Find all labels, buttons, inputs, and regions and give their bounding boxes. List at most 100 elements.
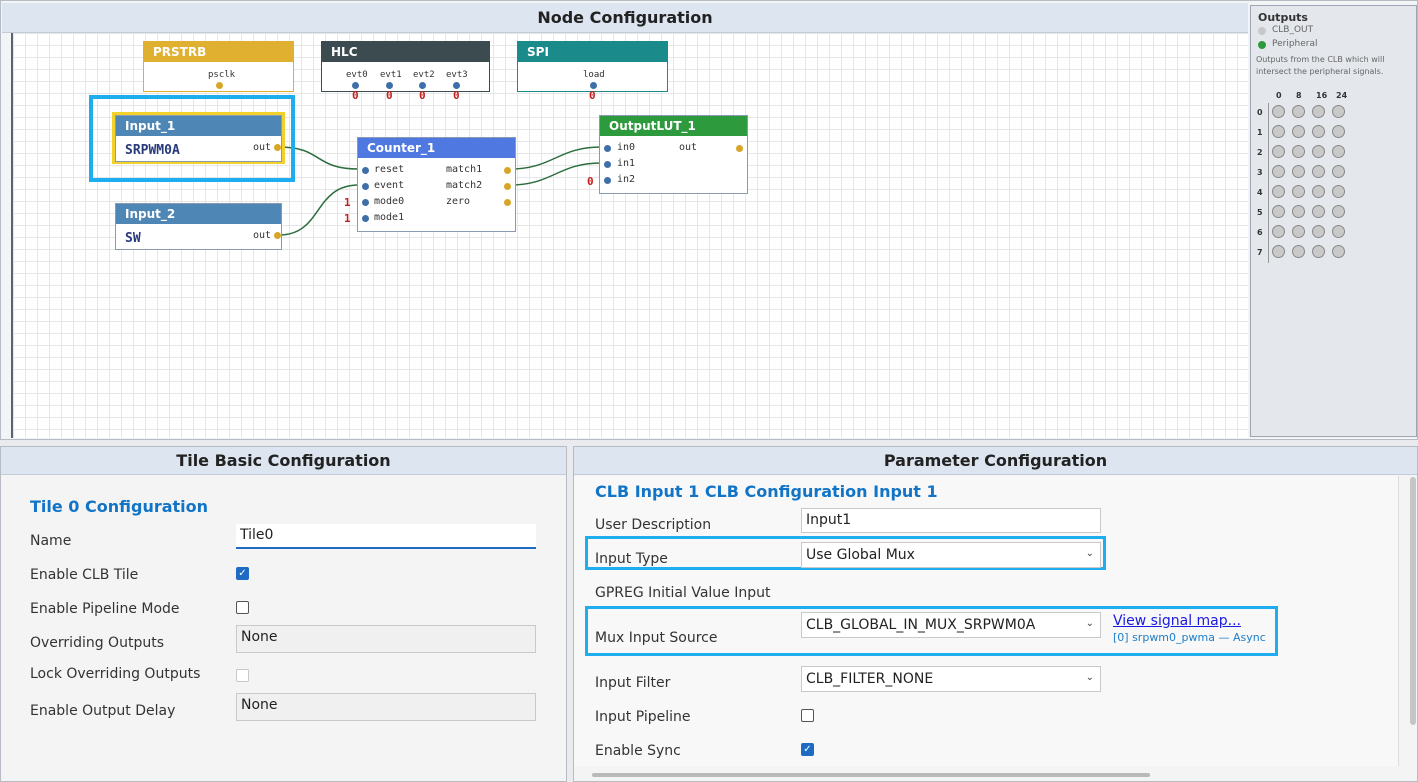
load-pin[interactable]: [590, 82, 597, 89]
output-led[interactable]: [1292, 105, 1305, 118]
output-led[interactable]: [1312, 125, 1325, 138]
col-header: 16: [1316, 91, 1328, 100]
user-description-input[interactable]: Input1: [801, 508, 1101, 533]
output-led[interactable]: [1272, 225, 1285, 238]
enable-clb-tile-checkbox[interactable]: ✓: [236, 567, 249, 580]
lock-overriding-outputs-label: Lock Overriding Outputs: [30, 666, 201, 682]
evt1-pin[interactable]: [386, 82, 393, 89]
counter1-node-title: Counter_1: [358, 138, 515, 158]
psclk-pin[interactable]: [216, 82, 223, 89]
output-led[interactable]: [1312, 185, 1325, 198]
match2-pin[interactable]: [504, 183, 511, 190]
output-led[interactable]: [1312, 245, 1325, 258]
output-led[interactable]: [1332, 125, 1345, 138]
zero-pin[interactable]: [504, 199, 511, 206]
input2-out-pin[interactable]: [274, 232, 281, 239]
enable-pipeline-mode-checkbox[interactable]: [236, 601, 249, 614]
output-led[interactable]: [1312, 205, 1325, 218]
output-led[interactable]: [1292, 205, 1305, 218]
output-led[interactable]: [1272, 105, 1285, 118]
row-header: 3: [1257, 168, 1263, 177]
name-input[interactable]: Tile0: [236, 524, 536, 549]
hlc-node[interactable]: HLC evt0 evt1 evt2 evt3: [321, 41, 490, 92]
lock-overriding-outputs-checkbox[interactable]: [236, 669, 249, 682]
node-canvas[interactable]: PRSTRB psclk HLC evt0 evt1 evt2 evt3 0 0…: [11, 33, 1248, 438]
mode0-pin[interactable]: [362, 199, 369, 206]
in0-port-label: in0: [617, 142, 636, 153]
input-pipeline-checkbox[interactable]: [801, 709, 814, 722]
match1-pin[interactable]: [504, 167, 511, 174]
output-led[interactable]: [1272, 185, 1285, 198]
vertical-scrollbar[interactable]: [1410, 477, 1416, 725]
mode1-value: 1: [344, 212, 351, 225]
output-led[interactable]: [1332, 105, 1345, 118]
output-led[interactable]: [1272, 245, 1285, 258]
output-led[interactable]: [1272, 125, 1285, 138]
outputlut1-node[interactable]: OutputLUT_1 in0 in1 in2 out: [599, 115, 748, 194]
in0-pin[interactable]: [604, 145, 611, 152]
enable-sync-checkbox[interactable]: ✓: [801, 743, 814, 756]
output-led[interactable]: [1332, 205, 1345, 218]
row-header: 1: [1257, 128, 1263, 137]
output-led[interactable]: [1292, 125, 1305, 138]
in2-pin[interactable]: [604, 177, 611, 184]
wire-input2-event: [278, 184, 360, 236]
mode1-pin[interactable]: [362, 215, 369, 222]
overriding-outputs-field[interactable]: None: [236, 625, 536, 653]
enable-output-delay-field[interactable]: None: [236, 693, 536, 721]
output-led[interactable]: [1332, 165, 1345, 178]
output-led[interactable]: [1312, 105, 1325, 118]
input2-signal: SW: [125, 231, 141, 246]
signal-map-info: [0] srpwm0_pwma — Async: [1113, 631, 1266, 644]
output-led[interactable]: [1332, 245, 1345, 258]
evt3-pin[interactable]: [453, 82, 460, 89]
input-filter-select[interactable]: CLB_FILTER_NONE ⌄: [801, 666, 1101, 692]
output-led[interactable]: [1312, 165, 1325, 178]
output-led[interactable]: [1292, 145, 1305, 158]
parameter-configuration-title: Parameter Configuration: [574, 447, 1417, 475]
col-header: 8: [1296, 91, 1302, 100]
output-led[interactable]: [1332, 145, 1345, 158]
outputlut1-node-title: OutputLUT_1: [600, 116, 747, 136]
event-pin[interactable]: [362, 183, 369, 190]
reset-port-label: reset: [374, 164, 405, 175]
output-led[interactable]: [1292, 185, 1305, 198]
horizontal-scrollbar[interactable]: [592, 773, 1150, 777]
output-led[interactable]: [1312, 225, 1325, 238]
outputlut-out-pin[interactable]: [736, 145, 743, 152]
evt2-pin[interactable]: [419, 82, 426, 89]
output-led[interactable]: [1292, 245, 1305, 258]
view-signal-map-link[interactable]: View signal map...: [1113, 613, 1241, 629]
event-port-label: event: [374, 180, 405, 191]
output-led[interactable]: [1272, 205, 1285, 218]
mux-input-source-select[interactable]: CLB_GLOBAL_IN_MUX_SRPWM0A ⌄: [801, 612, 1101, 638]
input1-node[interactable]: Input_1 SRPWM0A out: [115, 115, 282, 162]
counter1-node[interactable]: Counter_1 reset event mode0 mode1 match1…: [357, 137, 516, 232]
in2-port-label: in2: [617, 174, 636, 185]
clb-out-legend-label: CLB_OUT: [1272, 25, 1314, 35]
spi-node[interactable]: SPI load: [517, 41, 668, 92]
output-led[interactable]: [1292, 225, 1305, 238]
chevron-down-icon: ⌄: [1085, 548, 1094, 559]
output-led[interactable]: [1292, 165, 1305, 178]
node-configuration-panel: Node Configuration PRSTRB psclk HLC evt0…: [0, 0, 1418, 440]
grid-axis-line: [1268, 103, 1269, 263]
enable-output-delay-label: Enable Output Delay: [30, 703, 176, 719]
evt0-pin[interactable]: [352, 82, 359, 89]
output-led[interactable]: [1272, 165, 1285, 178]
peripheral-legend-dot: [1258, 41, 1266, 49]
output-led[interactable]: [1312, 145, 1325, 158]
output-led[interactable]: [1332, 185, 1345, 198]
input-type-select[interactable]: Use Global Mux ⌄: [801, 542, 1101, 568]
col-header: 0: [1276, 91, 1282, 100]
in1-pin[interactable]: [604, 161, 611, 168]
prstrb-node[interactable]: PRSTRB psclk: [143, 41, 294, 92]
output-led[interactable]: [1272, 145, 1285, 158]
mode0-port-label: mode0: [374, 196, 405, 207]
input2-node[interactable]: Input_2 SW out: [115, 203, 282, 250]
output-led[interactable]: [1332, 225, 1345, 238]
reset-pin[interactable]: [362, 167, 369, 174]
input1-out-pin[interactable]: [274, 144, 281, 151]
match2-port-label: match2: [446, 180, 483, 191]
evt1-value: 0: [386, 89, 393, 102]
